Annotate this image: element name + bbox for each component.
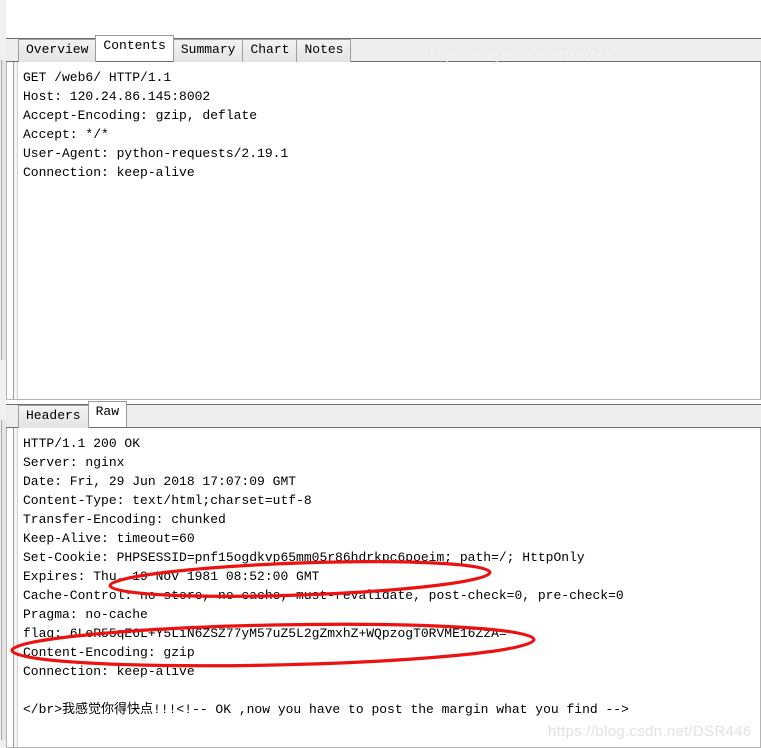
tab-notes[interactable]: Notes	[296, 39, 352, 63]
tab-summary[interactable]: Summary	[172, 39, 244, 63]
http-inspector-window: https://blog.csdn.net/DSR446 Overview Co…	[0, 0, 761, 748]
request-raw-text: GET /web6/ HTTP/1.1 Host: 120.24.86.145:…	[23, 70, 289, 180]
watermark-faint: https://blog.csdn.net/DSR446	[430, 48, 613, 64]
response-panel: Headers Raw HTTP/1.1 200 OK Server: ngin…	[6, 401, 761, 748]
tab-raw[interactable]: Raw	[87, 401, 128, 427]
tab-overview[interactable]: Overview	[18, 39, 97, 63]
response-content-area[interactable]: HTTP/1.1 200 OK Server: nginx Date: Fri,…	[6, 428, 761, 748]
response-tabstrip: Headers Raw	[6, 401, 761, 429]
request-panel: Overview Contents Summary Chart Notes GE…	[6, 35, 761, 400]
tab-contents[interactable]: Contents	[95, 35, 174, 61]
window-top-area	[6, 0, 761, 38]
request-tabstrip: Overview Contents Summary Chart Notes	[6, 35, 761, 63]
tab-chart[interactable]: Chart	[242, 39, 298, 63]
request-content-area[interactable]: GET /web6/ HTTP/1.1 Host: 120.24.86.145:…	[6, 62, 761, 400]
response-raw-text: HTTP/1.1 200 OK Server: nginx Date: Fri,…	[23, 436, 629, 717]
watermark: https://blog.csdn.net/DSR446	[548, 723, 752, 740]
tab-headers[interactable]: Headers	[18, 405, 89, 429]
